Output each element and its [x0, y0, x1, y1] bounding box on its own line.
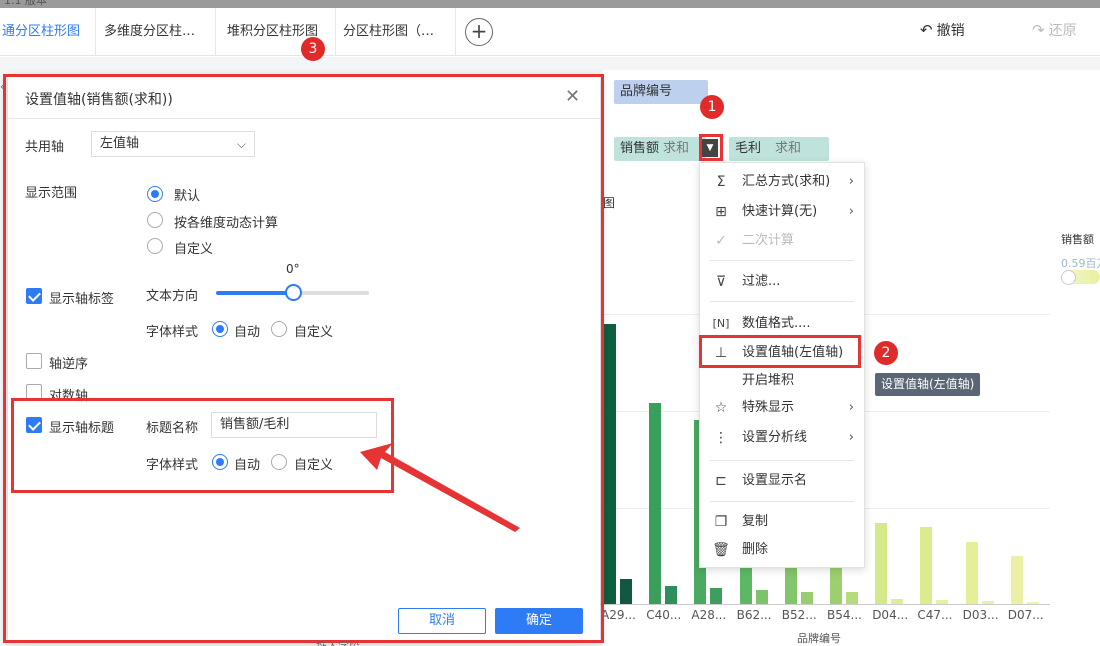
- menu-item-label: 设置显示名: [742, 473, 808, 488]
- rename-icon: ⊏: [715, 473, 727, 489]
- drop-field-hint: 拖入字段: [316, 638, 360, 646]
- tab-bar-chart-1[interactable]: 通分区柱形图: [0, 8, 96, 56]
- chevron-right-icon: ›: [848, 174, 854, 189]
- copy-icon: ❐: [714, 514, 728, 530]
- menu-item-secondary-calc: ✓ 二次计算: [700, 228, 864, 254]
- menu-separator: [710, 301, 854, 302]
- menu-item-delete[interactable]: 🗑 删除: [700, 537, 864, 563]
- filter-icon: ⊽: [715, 274, 727, 290]
- menu-item-number-format[interactable]: [N] 数值格式....: [700, 311, 864, 337]
- menu-tooltip: 设置值轴(左值轴): [875, 373, 981, 396]
- menu-item-label: 数值格式....: [742, 316, 811, 331]
- tab-bar: 通分区柱形图 多维度分区柱… 堆积分区柱形图 分区柱形图（… + ↶ 撤销 ↷ 还原: [0, 8, 1100, 56]
- calculator-icon: ⊞: [715, 204, 727, 220]
- menu-item-label: 特殊显示: [742, 400, 795, 415]
- x-tick-label: B54...: [827, 608, 862, 622]
- menu-item-copy[interactable]: ❐ 复制: [700, 509, 864, 535]
- menu-separator: [710, 501, 854, 502]
- step-marker-1: 1: [700, 95, 724, 119]
- trash-icon: 🗑: [712, 542, 730, 558]
- measure-profit-agg: 求和: [775, 141, 802, 156]
- highlight-menu-item-box: [699, 335, 861, 368]
- analysis-line-icon: ⋮: [714, 430, 728, 446]
- chevron-right-icon: ›: [848, 430, 854, 445]
- chart-bar: [920, 526, 933, 604]
- menu-item-label: 汇总方式(求和): [742, 174, 831, 189]
- menu-item-label: 二次计算: [742, 233, 795, 248]
- legend-value: 0.59百万: [1061, 257, 1100, 270]
- chart-bar: [755, 590, 768, 604]
- legend-title: 销售额: [1061, 233, 1094, 246]
- menu-item-analysis-line[interactable]: ⋮ 设置分析线 ›: [700, 425, 864, 451]
- x-tick-label: B62...: [736, 608, 772, 622]
- redo-icon: ↷: [1032, 21, 1045, 39]
- chart-bar: [710, 587, 723, 604]
- chart-bar: [965, 542, 978, 604]
- x-tick-label: B52...: [781, 608, 817, 622]
- menu-item-summary[interactable]: Σ 汇总方式(求和) ›: [700, 169, 864, 195]
- legend-slider-knob[interactable]: [1061, 270, 1076, 285]
- redo-button[interactable]: ↷ 还原: [1032, 20, 1077, 40]
- star-icon: ☆: [714, 400, 728, 416]
- x-tick-label: C47...: [917, 608, 953, 622]
- dimension-field-pill[interactable]: 品牌编号: [614, 80, 708, 104]
- step-marker-2: 2: [874, 341, 898, 365]
- annotation-arrow-icon: [360, 443, 520, 532]
- menu-item-filter[interactable]: ⊽ 过滤...: [700, 269, 864, 295]
- highlight-dialog-box: [3, 74, 604, 643]
- chart-bar: [1010, 555, 1023, 604]
- measure-sales-agg: 求和: [663, 141, 690, 156]
- measure-field-profit[interactable]: 毛利 求和: [729, 137, 829, 161]
- highlight-dropdown-box: [699, 134, 723, 161]
- menu-item-label: 过滤...: [742, 274, 781, 289]
- undo-icon: ↶: [920, 21, 933, 39]
- menu-item-label: 删除: [742, 542, 769, 557]
- sigma-icon: Σ: [716, 174, 726, 190]
- x-tick-label: A29...: [601, 608, 636, 622]
- chevron-right-icon: ›: [848, 204, 854, 219]
- highlight-axis-title-box: [11, 398, 394, 493]
- x-axis-line: [600, 604, 1050, 605]
- chart-partial-title: 图: [603, 196, 616, 210]
- menu-item-label: 快速计算(无): [742, 204, 818, 219]
- chart-bar: [604, 323, 616, 604]
- menu-item-label: 复制: [742, 514, 769, 529]
- x-tick-label: D03...: [962, 608, 999, 622]
- x-tick-label: A28...: [691, 608, 727, 622]
- menu-item-label: 开启堆积: [742, 373, 795, 388]
- menu-item-special-display[interactable]: ☆ 特殊显示 ›: [700, 395, 864, 421]
- chart-bar: [800, 592, 813, 604]
- chart-bar: [665, 585, 678, 604]
- undo-label: 撤销: [936, 23, 965, 39]
- chart-bar: [649, 402, 662, 604]
- tab-partition-chart[interactable]: 分区柱形图（…: [336, 8, 456, 56]
- redo-label: 还原: [1048, 23, 1077, 39]
- chevron-right-icon: ›: [848, 400, 854, 415]
- window-title: 1.1 版本: [4, 0, 47, 7]
- number-format-icon: [N]: [712, 317, 730, 330]
- menu-item-label: 设置分析线: [742, 430, 808, 445]
- menu-item-enable-stack[interactable]: 开启堆积: [700, 368, 864, 394]
- check-icon: ✓: [715, 233, 727, 249]
- chart-bar: [846, 592, 858, 604]
- step-marker-3: 3: [301, 37, 325, 61]
- measure-field-sales[interactable]: 销售额 求和: [614, 137, 706, 161]
- add-tab-button[interactable]: +: [465, 18, 493, 46]
- x-axis-title: 品牌编号: [797, 632, 841, 645]
- measure-profit-name: 毛利: [735, 141, 762, 156]
- undo-button[interactable]: ↶ 撤销: [920, 20, 965, 40]
- menu-item-display-name[interactable]: ⊏ 设置显示名: [700, 468, 864, 494]
- measure-sales-name: 销售额: [620, 141, 660, 156]
- menu-separator: [710, 260, 854, 261]
- chart-bar: [875, 522, 888, 604]
- chart-bar: [620, 578, 632, 604]
- menu-item-quick-calc[interactable]: ⊞ 快速计算(无) ›: [700, 199, 864, 225]
- tab-multi-dimension-chart[interactable]: 多维度分区柱…: [96, 8, 216, 56]
- menu-separator: [710, 460, 854, 461]
- x-tick-label: D04...: [872, 608, 909, 622]
- x-tick-label: C40...: [646, 608, 682, 622]
- window-title-strip: 1.1 版本: [0, 0, 1100, 8]
- x-tick-label: D07...: [1007, 608, 1044, 622]
